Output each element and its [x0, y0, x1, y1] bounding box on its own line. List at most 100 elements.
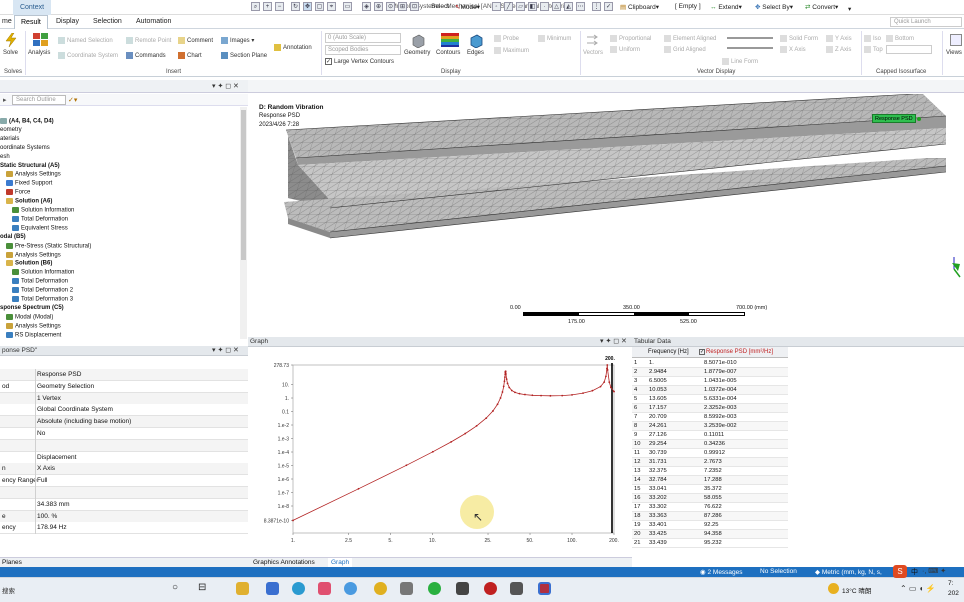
zoom-in-icon[interactable]: +	[263, 2, 272, 11]
section-plane-button[interactable]: Section Plane	[221, 52, 267, 59]
y-axis-button[interactable]: Y Axis	[826, 35, 852, 42]
zoom-fit-icon[interactable]: ⌕	[251, 2, 260, 11]
table-row[interactable]: 15 33.041 35.372	[632, 485, 788, 494]
chrome-icon[interactable]	[374, 582, 387, 595]
details-row[interactable]: Displacement	[0, 451, 248, 464]
outline-tree-item[interactable]: Solution (A6)	[6, 198, 52, 206]
outline-tree-item[interactable]: Modal (Modal)	[6, 313, 53, 322]
zoom-region-icon[interactable]: ⊕	[374, 2, 383, 11]
details-row[interactable]: 34.383 mm	[0, 498, 248, 511]
outline-tree-item[interactable]: Total Deformation	[12, 278, 68, 286]
pan-icon[interactable]: ✥	[303, 2, 312, 11]
select-element-icon[interactable]: △	[552, 2, 561, 11]
table-row[interactable]: 8 24.261 3.2539e-002	[632, 422, 788, 431]
table-row[interactable]: 2 2.9484 1.8779e-007	[632, 368, 788, 377]
details-row[interactable]: e 100. %	[0, 510, 248, 523]
word-icon[interactable]	[400, 582, 413, 595]
scale-select[interactable]: 0 (Auto Scale)	[325, 33, 401, 43]
vector-length-slider[interactable]	[727, 37, 773, 39]
details-row[interactable]	[0, 487, 248, 499]
table-row[interactable]: 14 32.784 17.288	[632, 476, 788, 485]
outline-tree-item[interactable]: odal (B5)	[0, 234, 26, 241]
edge-browser-icon[interactable]	[292, 582, 305, 595]
rotate-icon[interactable]: ↻	[291, 2, 300, 11]
uniform-button[interactable]: Uniform	[610, 46, 640, 53]
outline-tree-item[interactable]: eometry	[0, 127, 22, 134]
quick-launch-input[interactable]: Quick Launch	[890, 17, 962, 27]
table-row[interactable]: 13 32.375 7.2352	[632, 467, 788, 476]
triad-axis-icon[interactable]	[942, 249, 964, 279]
table-row[interactable]: 16 33.202 58.055	[632, 494, 788, 503]
outline-tree-item[interactable]: Solution Information	[12, 269, 74, 277]
images-button[interactable]: Images ▾	[221, 37, 254, 44]
geometry-button[interactable]: Geometry	[404, 50, 430, 56]
outline-tree-item[interactable]: Analysis Settings	[6, 251, 61, 260]
iso-button[interactable]: Iso	[864, 35, 881, 42]
table-row[interactable]: 18 33.363 87.286	[632, 512, 788, 521]
mode-dropdown[interactable]: ↖Mode▾	[455, 3, 480, 11]
filter-dropdown-icon[interactable]: ✓▾	[68, 96, 77, 104]
ime-s-icon[interactable]: S	[893, 565, 907, 578]
col-frequency[interactable]: Frequency [Hz]	[648, 349, 689, 355]
select-by-dropdown[interactable]: ✥ Select By▾	[755, 3, 793, 11]
zoom-box-icon[interactable]: ⊞	[398, 2, 407, 11]
units-status[interactable]: ◆ Metric (mm, kg, N, s,	[815, 568, 882, 576]
outline-tree-item[interactable]: Analysis Settings	[6, 322, 61, 331]
table-row[interactable]: 6 17.157 2.3252e-003	[632, 404, 788, 413]
outline-scrollbar-thumb[interactable]	[241, 110, 246, 260]
tab-display[interactable]: Display	[50, 15, 85, 29]
outline-tree-item[interactable]: Solution Information	[12, 207, 74, 215]
tab-graphics-annotations[interactable]: Graphics Annotations	[253, 559, 315, 566]
select-vertex-icon[interactable]: ◦	[492, 2, 501, 11]
analysis-button[interactable]: Analysis	[28, 50, 50, 56]
proportional-button[interactable]: Proportional	[610, 35, 651, 42]
details-row[interactable]: No	[0, 428, 248, 440]
table-row[interactable]: 17 33.302 76.622	[632, 503, 788, 512]
select-button[interactable]: Select	[431, 3, 449, 10]
bottom-button[interactable]: Bottom	[886, 35, 914, 42]
app-icon[interactable]	[456, 582, 469, 595]
minimum-button[interactable]: Minimum	[538, 35, 571, 42]
table-row[interactable]: 9 27.126 0.11011	[632, 431, 788, 440]
select-adjacent-icon[interactable]: ✓	[604, 2, 613, 11]
outline-filter-icon[interactable]: ▸	[3, 96, 7, 104]
ime-toolbar-icon[interactable]: ·, ⌨ ✦	[922, 567, 946, 575]
details-row[interactable]	[0, 439, 248, 452]
chart-button[interactable]: Chart	[178, 52, 202, 59]
details-row[interactable]: Response PSD	[0, 369, 248, 381]
select-element-face-icon[interactable]: ◭	[564, 2, 573, 11]
tab-selection[interactable]: Selection	[87, 15, 128, 29]
edges-button[interactable]: Edges	[467, 50, 484, 56]
comment-button[interactable]: Comment	[178, 37, 213, 44]
solve-button[interactable]: Solve	[3, 50, 18, 56]
mechanical-icon[interactable]	[538, 582, 551, 595]
annotation-button[interactable]: Annotation	[274, 44, 312, 51]
extend-dropdown[interactable]: ↔ Extend▾	[710, 3, 742, 11]
scoped-bodies-select[interactable]: Scoped Bodies	[325, 45, 401, 55]
select-face-icon[interactable]: ▱	[516, 2, 525, 11]
toolbar-overflow-icon[interactable]: ▾	[848, 5, 851, 13]
table-row[interactable]: 12 31.731 2.7673	[632, 458, 788, 467]
messages-status[interactable]: ◉ 2 Messages	[700, 568, 743, 576]
select-body-icon[interactable]: ◧	[528, 2, 537, 11]
table-row[interactable]: 7 20.709 8.5992e-003	[632, 413, 788, 422]
outline-tree-item[interactable]: Fixed Support	[6, 180, 52, 188]
table-row[interactable]: 1 1. 8.5071e-010	[632, 359, 788, 368]
outline-tree-item[interactable]: sponse Spectrum (C5)	[0, 305, 64, 312]
taskbar-search[interactable]: 搜索	[2, 585, 15, 595]
details-row[interactable]: 1 Vertex	[0, 392, 248, 405]
app-icon[interactable]	[318, 582, 331, 595]
outline-tree-item[interactable]: Total Deformation 3	[12, 296, 73, 304]
clipboard-dropdown[interactable]: ▤ Clipboard▾	[620, 3, 659, 11]
top-button[interactable]: Top	[864, 46, 883, 53]
table-row[interactable]: 5 13.605 5.6331e-004	[632, 395, 788, 404]
select-mesh-icon[interactable]: ⋯	[576, 2, 585, 11]
zoom-to-fit-icon[interactable]: ⊡	[410, 2, 419, 11]
z-axis-button[interactable]: Z Axis	[826, 46, 851, 53]
wechat-icon[interactable]	[428, 582, 441, 595]
select-node-icon[interactable]: ·	[540, 2, 549, 11]
details-pin-icon[interactable]: ▾ ✦ ◻ ✕	[212, 346, 239, 354]
zoom-out-icon[interactable]: −	[275, 2, 284, 11]
app-icon[interactable]	[510, 582, 523, 595]
outline-tree-item[interactable]: oordinate Systems	[0, 145, 50, 152]
